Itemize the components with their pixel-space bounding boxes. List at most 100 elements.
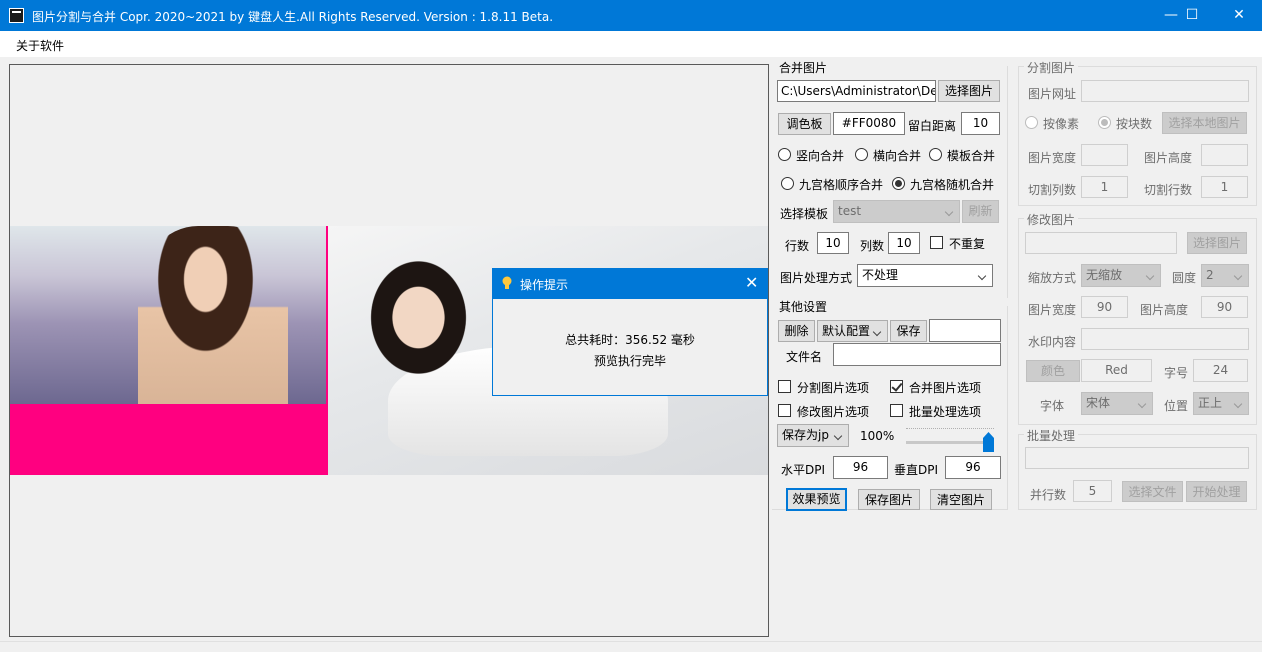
- no-repeat-label: 不重复: [949, 237, 986, 251]
- watermark-color-input[interactable]: Red: [1081, 359, 1152, 382]
- radio-horizontal-label: 横向合并: [873, 149, 922, 163]
- fill-color-area: [10, 404, 326, 475]
- split-width-input[interactable]: [1081, 144, 1128, 166]
- split-height-label: 图片高度: [1144, 151, 1193, 165]
- modify-path-input[interactable]: [1025, 232, 1177, 254]
- watermark-color-button[interactable]: 颜色: [1026, 360, 1080, 382]
- menu-about[interactable]: 关于软件: [16, 37, 64, 54]
- split-options-checkbox[interactable]: [778, 380, 791, 393]
- fill-color-input[interactable]: #FF0080: [833, 112, 905, 135]
- modify-width-input[interactable]: 90: [1081, 296, 1128, 318]
- photo-right-face: [358, 246, 468, 376]
- window-title: 图片分割与合并 Copr. 2020~2021 by 键盘人生.All Righ…: [32, 10, 554, 24]
- fontsize-label: 字号: [1164, 366, 1189, 380]
- split-width-label: 图片宽度: [1028, 151, 1077, 165]
- vdpi-input[interactable]: 96: [945, 456, 1001, 479]
- modify-options-checkbox[interactable]: [778, 404, 791, 417]
- radio-grid-sequence-label: 九宫格顺序合并: [799, 178, 884, 192]
- palette-button[interactable]: 调色板: [778, 113, 831, 135]
- photo-left-figure: [138, 226, 288, 404]
- modify-select-image-button[interactable]: 选择图片: [1187, 232, 1247, 254]
- config-select[interactable]: 默认配置: [817, 320, 888, 342]
- save-format-select[interactable]: 保存为jp: [777, 424, 849, 447]
- radio-grid-random-label: 九宫格随机合并: [910, 178, 995, 192]
- split-cols-input[interactable]: 1: [1081, 176, 1128, 198]
- rows-input[interactable]: 10: [817, 232, 849, 254]
- radio-template[interactable]: [929, 148, 942, 161]
- threads-input[interactable]: 5: [1073, 480, 1112, 502]
- radio-template-label: 模板合并: [947, 149, 996, 163]
- threads-label: 并行数: [1030, 488, 1067, 502]
- split-url-input[interactable]: [1081, 80, 1249, 102]
- modify-options-label: 修改图片选项: [797, 405, 870, 419]
- config-name-input[interactable]: [929, 319, 1001, 342]
- merge-path-input[interactable]: C:\Users\Administrator\De: [777, 80, 936, 102]
- start-process-button[interactable]: 开始处理: [1186, 481, 1247, 502]
- lightbulb-icon: [502, 276, 512, 289]
- split-rows-input[interactable]: 1: [1201, 176, 1248, 198]
- scale-label: 缩放方式: [1028, 271, 1077, 285]
- modify-group-title: 修改图片: [1024, 211, 1079, 228]
- cols-label: 列数: [860, 239, 885, 253]
- quality-slider-track[interactable]: [906, 441, 994, 444]
- batch-options-checkbox[interactable]: [890, 404, 903, 417]
- select-file-button[interactable]: 选择文件: [1122, 481, 1183, 502]
- modify-height-input[interactable]: 90: [1201, 296, 1248, 318]
- split-by-pixel-radio[interactable]: [1025, 116, 1038, 129]
- split-options-label: 分割图片选项: [797, 381, 870, 395]
- fontsize-input[interactable]: 24: [1193, 359, 1248, 382]
- modify-width-label: 图片宽度: [1028, 303, 1077, 317]
- merge-select-image-button[interactable]: 选择图片: [938, 80, 1000, 102]
- save-image-button[interactable]: 保存图片: [858, 489, 920, 510]
- hdpi-input[interactable]: 96: [833, 456, 888, 479]
- radio-vertical[interactable]: [778, 148, 791, 161]
- template-select[interactable]: test: [833, 200, 960, 223]
- radio-horizontal[interactable]: [855, 148, 868, 161]
- split-by-block-radio[interactable]: [1098, 116, 1111, 129]
- radio-grid-random[interactable]: [892, 177, 905, 190]
- quality-slider-ticks: [906, 428, 994, 432]
- watermark-input[interactable]: [1081, 328, 1249, 350]
- batch-group-title: 批量处理: [1024, 427, 1079, 444]
- clear-image-button[interactable]: 清空图片: [930, 489, 992, 510]
- split-rows-label: 切割行数: [1144, 183, 1193, 197]
- filename-label: 文件名: [786, 350, 823, 364]
- scale-select[interactable]: 无缩放: [1081, 264, 1161, 287]
- dialog-title: 操作提示: [520, 278, 569, 292]
- margin-input[interactable]: 10: [961, 112, 1000, 135]
- dialog-close-icon[interactable]: ✕: [745, 273, 758, 292]
- split-height-input[interactable]: [1201, 144, 1248, 166]
- split-select-local-button[interactable]: 选择本地图片: [1162, 112, 1247, 134]
- filename-input[interactable]: [833, 343, 1001, 366]
- batch-path-input[interactable]: [1025, 447, 1249, 469]
- round-select[interactable]: 2: [1201, 264, 1249, 287]
- app-icon: [9, 8, 24, 23]
- delete-config-button[interactable]: 删除: [778, 320, 815, 342]
- process-select[interactable]: 不处理: [857, 264, 993, 287]
- position-select[interactable]: 正上: [1193, 392, 1249, 415]
- preview-button[interactable]: 效果预览: [786, 488, 847, 511]
- modify-height-label: 图片高度: [1140, 303, 1189, 317]
- dialog-header: 操作提示 ✕: [493, 269, 767, 299]
- close-button[interactable]: ✕: [1216, 0, 1262, 31]
- status-strip: [0, 641, 1262, 652]
- merge-options-checkbox[interactable]: [890, 380, 903, 393]
- margin-label: 留白距离: [908, 119, 957, 133]
- font-select[interactable]: 宋体: [1081, 392, 1153, 415]
- maximize-button[interactable]: ☐: [1169, 0, 1215, 31]
- radio-vertical-label: 竖向合并: [796, 149, 845, 163]
- no-repeat-checkbox[interactable]: [930, 236, 943, 249]
- position-label: 位置: [1164, 399, 1189, 413]
- refresh-button[interactable]: 刷新: [962, 200, 999, 223]
- info-dialog: 操作提示 ✕ 总共耗时：356.52 毫秒 预览执行完毕: [492, 268, 768, 396]
- save-config-button[interactable]: 保存: [890, 320, 927, 342]
- merge-options-label: 合并图片选项: [909, 381, 982, 395]
- radio-grid-sequence[interactable]: [781, 177, 794, 190]
- watermark-label: 水印内容: [1028, 335, 1077, 349]
- split-cols-label: 切割列数: [1028, 183, 1077, 197]
- cols-input[interactable]: 10: [888, 232, 920, 254]
- batch-options-label: 批量处理选项: [909, 405, 982, 419]
- hdpi-label: 水平DPI: [781, 463, 826, 477]
- font-label: 字体: [1040, 399, 1065, 413]
- merged-photo-left: [10, 226, 326, 404]
